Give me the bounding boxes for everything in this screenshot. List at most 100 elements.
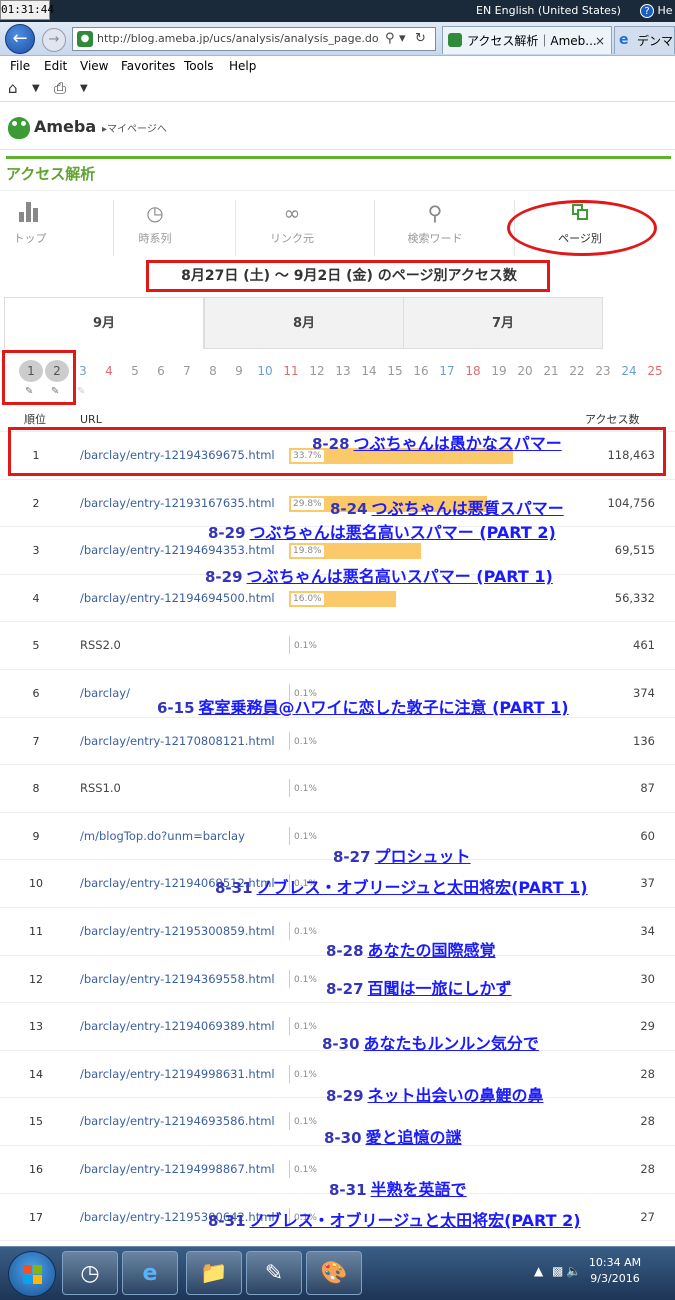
tab-analysis-title: アクセス解析｜Ameb... [467,34,597,48]
dropdown-icon[interactable]: ▾ [399,30,406,48]
search-icon[interactable]: ⚲ [385,30,395,48]
day-7[interactable]: 7 [175,360,199,382]
home-dropdown-icon[interactable]: ▼ [32,83,40,94]
taskbar-clock-app[interactable]: ◷ [62,1251,118,1295]
tray-date: 9/3/2016 [590,1272,640,1285]
taskbar-notepad[interactable]: ✎ [246,1251,302,1295]
tab-analysis[interactable]: アクセス解析｜Ameb... × [442,26,612,54]
row-url-link[interactable]: /barclay/ [80,670,130,717]
print-dropdown-icon[interactable]: ▼ [80,83,88,94]
tray-expand-icon[interactable]: ▲ [534,1264,543,1278]
row-annotation: 8-30 あなたもルンルン気分で [322,1034,539,1054]
annotation-title: あなたもルンルン気分で [363,1033,539,1053]
menu-help[interactable]: Help [229,56,256,76]
ameba-logo[interactable]: Ameba [8,114,96,140]
table-row: 2/barclay/entry-12193167635.html 29.8% 104… [0,478,675,527]
nav-timeline[interactable]: ◷ 時系列 [115,200,195,256]
language-indicator[interactable]: EN English (United States) [476,0,621,22]
taskbar-explorer[interactable]: 📁 [186,1251,242,1295]
row-url-link[interactable]: /barclay/entry-12194998867.html [80,1146,275,1193]
row-percent: 0.1% [294,974,317,985]
volume-icon[interactable]: 🔈 [566,1264,581,1278]
tab-month-aug[interactable]: 8月 [204,297,404,349]
edit-pencil-icon[interactable]: ✎ [77,386,85,397]
system-clock: 01:31:44 [0,0,54,20]
row-url-link[interactable]: /m/blogTop.do?unm=barclay [80,813,245,860]
day-14[interactable]: 14 [357,360,381,382]
row-url-link[interactable]: /barclay/entry-12170808121.html [80,718,275,765]
address-bar[interactable]: ● http://blog.ameba.jp/ucs/analysis/anal… [72,27,436,51]
taskbar-paint[interactable]: 🎨 [306,1251,362,1295]
row-rank: 5 [32,639,40,653]
highlight-box-range [146,260,550,292]
day-selector: 1 2 3 4 5 6 7 8 9 10 11 12 13 14 15 16 1… [0,356,675,402]
print-icon[interactable]: ⎙ [54,79,66,97]
menu-file[interactable]: File [10,56,30,76]
home-icon[interactable]: ⌂ [8,79,18,97]
menu-view[interactable]: View [80,56,108,76]
back-button[interactable]: ← [5,24,35,54]
annotation-title: ノブレス・オブリージュと太田将宏(PART 1) [256,878,588,897]
annotation-title: つぶちゃんは悪質スパマー [371,498,564,518]
back-arrow-icon: ← [12,28,28,49]
row-url-link[interactable]: /barclay/entry-12195300859.html [80,908,275,955]
tab-month-sep[interactable]: 9月 [4,297,204,349]
address-url[interactable]: http://blog.ameba.jp/ucs/analysis/analys… [97,28,379,50]
forward-button[interactable]: → [42,28,66,52]
nav-search-words[interactable]: ⚲ 検索ワード [390,200,480,256]
row-url-link[interactable]: /barclay/entry-12194369558.html [80,956,275,1003]
network-icon[interactable]: ▩ [552,1264,563,1278]
day-5[interactable]: 5 [123,360,147,382]
tab-close-icon[interactable]: × [595,27,605,55]
row-access-count: 136 [633,733,655,748]
row-access-count: 30 [640,971,655,986]
day-17[interactable]: 17 [435,360,459,382]
day-10[interactable]: 10 [253,360,277,382]
day-8[interactable]: 8 [201,360,225,382]
mypage-link[interactable]: ▸マイページへ [102,120,167,135]
day-24[interactable]: 24 [617,360,641,382]
day-25[interactable]: 25 [643,360,667,382]
row-annotation: 8-30 愛と追憶の謎 [324,1128,462,1148]
refresh-icon[interactable]: ↻ [415,30,426,48]
start-button[interactable] [8,1251,56,1297]
highlight-box-top-row [8,427,666,476]
day-21[interactable]: 21 [539,360,563,382]
row-url-link[interactable]: /barclay/entry-12194693586.html [80,1098,275,1145]
row-access-count: 27 [640,1209,655,1224]
taskbar-ie[interactable]: e [122,1251,178,1295]
row-annotation: 8-27 プロシュット [333,847,471,867]
help-button[interactable]: ? He [640,0,673,22]
row-share-bar [289,826,290,845]
day-20[interactable]: 20 [513,360,537,382]
day-22[interactable]: 22 [565,360,589,382]
day-4[interactable]: 4 [97,360,121,382]
day-16[interactable]: 16 [409,360,433,382]
day-23[interactable]: 23 [591,360,615,382]
nav-top[interactable]: トップ [0,200,60,256]
windows-logo-icon [23,1265,43,1285]
nav-referrer[interactable]: ∞ リンク元 [252,200,332,256]
day-11[interactable]: 11 [279,360,303,382]
row-percent: 0.1% [294,1022,317,1033]
row-url-link[interactable]: /barclay/entry-12194069389.html [80,1003,275,1050]
menu-edit[interactable]: Edit [44,56,67,76]
menu-favorites[interactable]: Favorites [121,56,175,76]
menu-tools[interactable]: Tools [184,56,214,76]
tray-clock[interactable]: 10:34 AM 9/3/2016 [582,1255,648,1287]
forward-arrow-icon: → [48,32,60,47]
row-url-link[interactable]: /barclay/entry-12193167635.html [80,480,275,527]
day-19[interactable]: 19 [487,360,511,382]
day-18[interactable]: 18 [461,360,485,382]
day-6[interactable]: 6 [149,360,173,382]
row-rank: 11 [29,925,43,938]
row-access-count: 104,756 [607,495,655,510]
tab-month-jul[interactable]: 7月 [403,297,603,349]
day-12[interactable]: 12 [305,360,329,382]
row-access-count: 69,515 [614,543,655,558]
row-url-link[interactable]: /barclay/entry-12194998631.html [80,1051,275,1098]
day-15[interactable]: 15 [383,360,407,382]
tab-other[interactable]: e デンマ [614,26,675,54]
day-9[interactable]: 9 [227,360,251,382]
day-13[interactable]: 13 [331,360,355,382]
